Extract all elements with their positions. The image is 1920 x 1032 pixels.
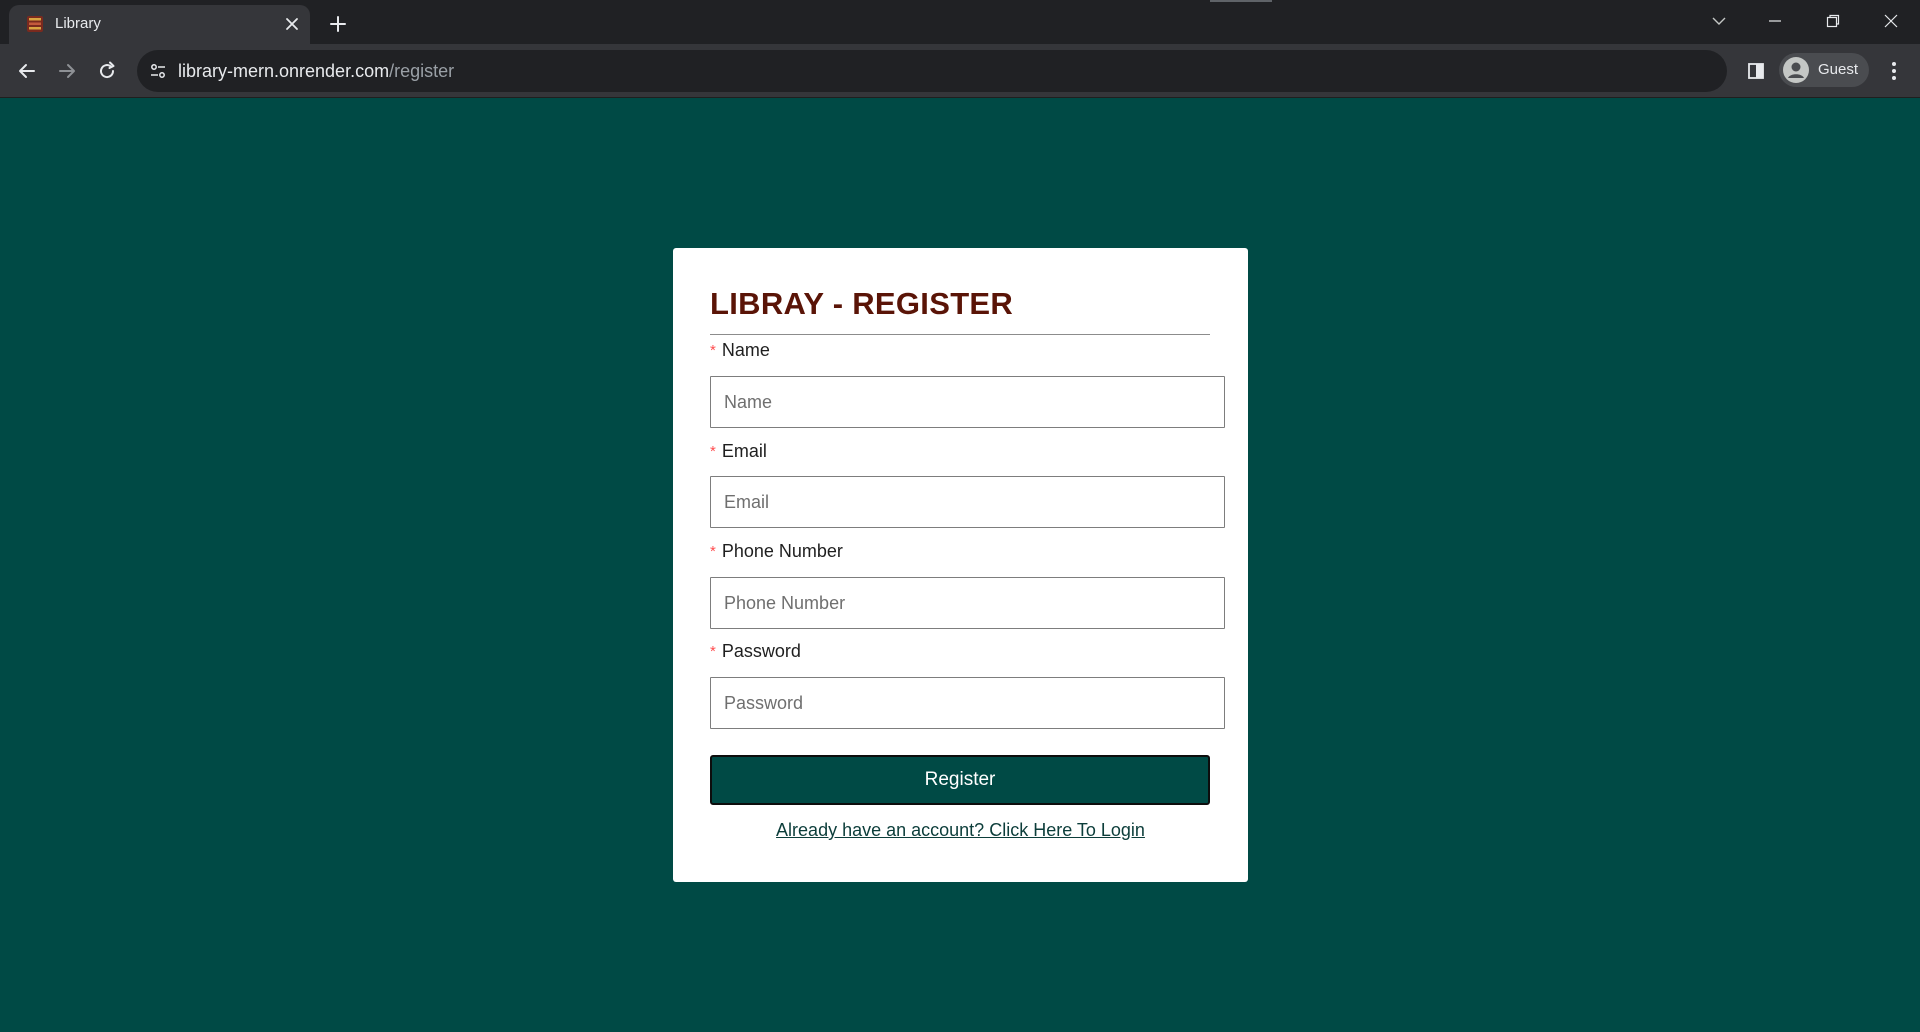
chevron-down-icon: [1712, 17, 1726, 25]
side-panel-icon: [1748, 63, 1764, 79]
phone-number-input[interactable]: [710, 577, 1225, 629]
back-button[interactable]: [13, 57, 41, 85]
profile-label: Guest: [1818, 61, 1859, 78]
site-settings-icon: [151, 64, 165, 78]
site-settings-button[interactable]: [147, 60, 169, 82]
kebab-menu-icon: [1892, 62, 1896, 80]
reload-button[interactable]: [93, 57, 121, 85]
tab-search-button[interactable]: [1696, 6, 1742, 36]
reload-icon: [100, 61, 115, 79]
browser-menu-button[interactable]: [1880, 57, 1908, 85]
title-divider: [710, 334, 1210, 335]
browser-tab[interactable]: Library: [9, 5, 310, 44]
plus-icon: [330, 16, 346, 32]
email-input[interactable]: [710, 476, 1225, 528]
side-panel-button[interactable]: [1742, 57, 1770, 85]
account-circle-icon: [1783, 57, 1809, 83]
forward-button[interactable]: [53, 57, 81, 85]
password-label-text: Password: [721, 641, 801, 661]
name-label: * Name: [710, 340, 770, 361]
url-text[interactable]: library-mern.onrender.com/register: [178, 61, 454, 82]
tab-title: Library: [55, 15, 101, 32]
password-label: * Password: [710, 641, 801, 662]
close-window-button[interactable]: [1868, 6, 1914, 36]
minimize-icon: [1769, 20, 1781, 22]
arrow-right-icon: [59, 64, 75, 78]
tab-strip-indicator: [1210, 0, 1272, 2]
minimize-button[interactable]: [1752, 6, 1798, 36]
register-card: LIBRAY - REGISTER * Name * Email * Phone Nu…: [673, 248, 1248, 882]
email-label-text: Email: [721, 441, 767, 461]
required-marker: *: [710, 443, 716, 460]
password-input[interactable]: [710, 677, 1225, 729]
phone-number-label-text: Phone Number: [721, 541, 843, 561]
address-bar[interactable]: library-mern.onrender.com/register: [137, 50, 1727, 92]
register-button[interactable]: Register: [710, 755, 1210, 805]
name-label-text: Name: [721, 340, 770, 360]
required-marker: *: [710, 643, 716, 660]
email-label: * Email: [710, 441, 767, 462]
close-icon[interactable]: [282, 14, 302, 34]
required-marker: *: [710, 342, 716, 359]
page-title: LIBRAY - REGISTER: [710, 286, 1014, 321]
browser-tab-strip: Library: [0, 0, 1920, 44]
login-link[interactable]: Already have an account? Click Here To L…: [673, 820, 1248, 841]
restore-icon: [1826, 14, 1840, 28]
new-tab-button[interactable]: [324, 10, 352, 38]
close-icon: [1884, 14, 1898, 28]
books-favicon-icon: [27, 16, 43, 32]
phone-number-label: * Phone Number: [710, 541, 843, 562]
profile-button[interactable]: Guest: [1779, 53, 1869, 87]
browser-toolbar: library-mern.onrender.com/register Guest: [0, 44, 1920, 98]
restore-button[interactable]: [1810, 6, 1856, 36]
arrow-left-icon: [19, 64, 35, 78]
name-input[interactable]: [710, 376, 1225, 428]
required-marker: *: [710, 543, 716, 560]
url-host: library-mern.onrender.com: [178, 61, 390, 81]
url-path: /register: [389, 61, 455, 81]
